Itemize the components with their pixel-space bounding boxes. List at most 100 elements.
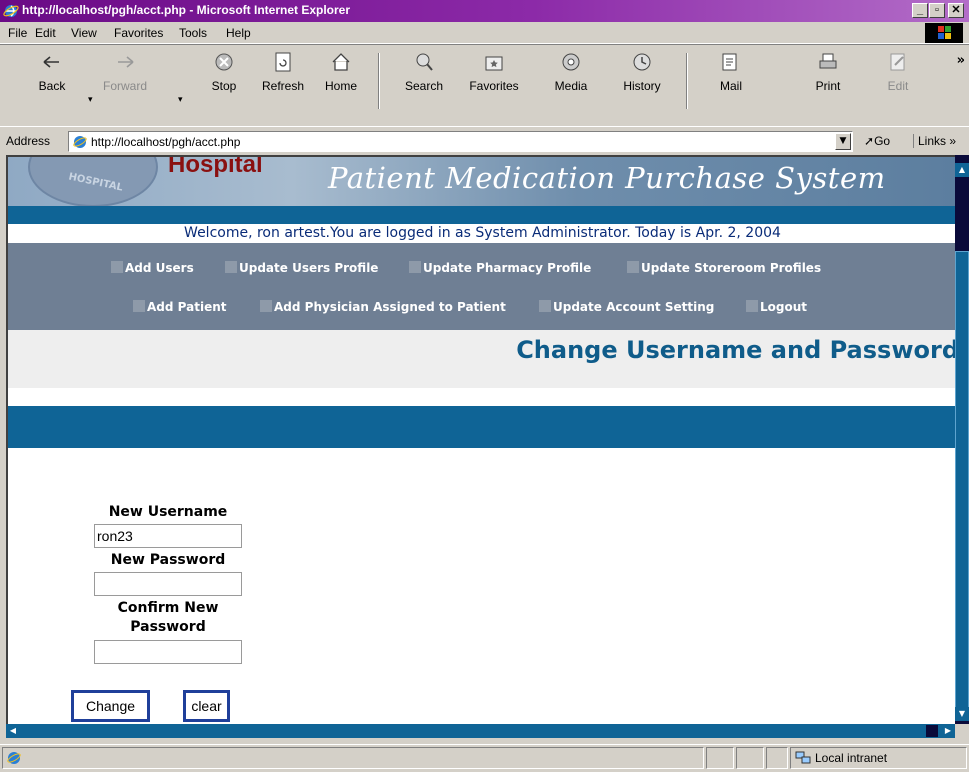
nav-update-account-setting[interactable]: Update Account Setting [539, 300, 714, 314]
mail-icon [722, 53, 737, 71]
scroll-down-icon[interactable]: ▼ [955, 707, 969, 721]
toolbar-separator [686, 53, 688, 109]
scroll-left-icon[interactable]: ◀ [6, 724, 20, 738]
menu-tools[interactable]: Tools [179, 26, 207, 40]
print-button[interactable]: Print [798, 49, 858, 123]
favorites-icon [485, 56, 503, 71]
scroll-up-icon[interactable]: ▲ [955, 163, 969, 177]
nav-add-users[interactable]: Add Users [111, 261, 194, 275]
search-icon [416, 53, 433, 71]
favorites-button[interactable]: Favorites [464, 49, 524, 123]
forward-arrow-icon [118, 56, 134, 68]
stop-icon [215, 53, 233, 71]
bullet-icon [260, 300, 272, 312]
page-icon [73, 136, 87, 148]
hospital-seal-logo: HOSPITAL [28, 157, 158, 207]
menu-file[interactable]: File [8, 26, 27, 40]
section-divider-bar [8, 406, 955, 448]
welcome-bar: Welcome, ron artest.You are logged in as… [8, 224, 955, 243]
bullet-icon [409, 261, 421, 273]
edit-label: Edit [887, 79, 909, 93]
history-button[interactable]: History [612, 49, 672, 123]
refresh-icon [275, 52, 291, 72]
refresh-button[interactable]: Refresh [253, 49, 313, 123]
horizontal-scroll-thumb[interactable] [926, 725, 938, 737]
menu-bar: File Edit View Favorites Tools Help [0, 22, 969, 44]
status-cell [736, 747, 764, 769]
bullet-icon [627, 261, 639, 273]
admin-nav: Add Users Update Users Profile Update Ph… [8, 243, 955, 330]
minimize-button[interactable]: _ [912, 3, 928, 18]
ie-logo-icon [3, 5, 19, 17]
title-bar: http://localhost/pgh/acct.php - Microsof… [0, 0, 969, 22]
nav-logout[interactable]: Logout [746, 300, 807, 314]
address-input[interactable]: http://localhost/pgh/acct.php ▼ [68, 131, 853, 152]
forward-dropdown-icon[interactable]: ▾ [178, 95, 183, 105]
page-status-icon [7, 752, 21, 764]
menu-help[interactable]: Help [226, 26, 251, 40]
nav-add-patient[interactable]: Add Patient [133, 300, 226, 314]
confirm-password-input[interactable] [94, 640, 242, 664]
printer-icon [819, 53, 837, 69]
address-dropdown-icon[interactable]: ▼ [835, 133, 851, 150]
nav-update-storeroom-profiles[interactable]: Update Storeroom Profiles [627, 261, 821, 275]
standard-toolbar: Back ▾ Forward ▾ Stop Refresh Home Searc… [0, 44, 969, 124]
refresh-label: Refresh [261, 79, 305, 93]
bullet-icon [133, 300, 145, 312]
browser-window: http://localhost/pgh/acct.php - Microsof… [0, 0, 969, 772]
page-heading-bar: Change Username and Password [8, 330, 955, 388]
back-dropdown-icon[interactable]: ▾ [88, 95, 93, 105]
clear-button[interactable]: clear [183, 690, 230, 722]
go-label: Go [874, 134, 891, 148]
window-title: http://localhost/pgh/acct.php - Microsof… [22, 3, 351, 17]
nav-update-pharmacy-profile[interactable]: Update Pharmacy Profile [409, 261, 591, 275]
back-label: Back [38, 79, 66, 93]
toolbar-separator [378, 53, 380, 109]
nav-update-users-profile[interactable]: Update Users Profile [225, 261, 378, 275]
scroll-right-icon[interactable]: ▶ [941, 724, 955, 738]
address-url: http://localhost/pgh/acct.php [91, 135, 241, 149]
back-button[interactable]: Back [22, 49, 82, 123]
search-button[interactable]: Search [394, 49, 454, 123]
page-content: HOSPITAL Hospital Patient Medication Pur… [6, 155, 955, 728]
favorites-label: Favorites [469, 79, 519, 93]
page-heading: Change Username and Password [516, 336, 955, 364]
maximize-button[interactable]: ▫ [929, 3, 945, 18]
go-button[interactable]: ➚Go [864, 134, 890, 148]
history-label: History [623, 79, 661, 93]
confirm-password-label-line1: Confirm New [117, 600, 219, 616]
scroll-corner [955, 724, 969, 738]
toolbar-chevron[interactable]: » [957, 53, 965, 68]
vertical-scrollbar[interactable]: ▲ ▼ [955, 155, 969, 728]
edit-page-icon [890, 53, 905, 71]
home-button[interactable]: Home [311, 49, 371, 123]
status-cell [766, 747, 788, 769]
mail-button[interactable]: Mail [701, 49, 761, 123]
vertical-scroll-thumb[interactable] [955, 251, 969, 711]
status-bar: Local intranet [0, 744, 969, 772]
forward-button[interactable]: Forward [95, 49, 155, 123]
edit-button[interactable]: Edit [868, 49, 928, 123]
new-password-input[interactable] [94, 572, 242, 596]
stop-button[interactable]: Stop [194, 49, 254, 123]
menu-favorites[interactable]: Favorites [114, 26, 163, 40]
change-button[interactable]: Change [71, 690, 150, 722]
media-button[interactable]: Media [541, 49, 601, 123]
links-button[interactable]: Links » [913, 134, 956, 148]
menu-edit[interactable]: Edit [35, 26, 56, 40]
bullet-icon [111, 261, 123, 273]
forward-label: Forward [102, 79, 147, 93]
new-username-input[interactable]: ron23 [94, 524, 242, 548]
intranet-zone-icon [795, 751, 811, 764]
horizontal-scrollbar[interactable]: ◀ ▶ [6, 724, 955, 738]
home-label: Home [324, 79, 357, 93]
close-button[interactable]: ✕ [948, 3, 964, 18]
search-label: Search [404, 79, 444, 93]
stop-label: Stop [211, 79, 237, 93]
hospital-logo-text: Hospital [168, 155, 263, 178]
status-text-cell [2, 747, 704, 769]
nav-add-physician[interactable]: Add Physician Assigned to Patient [260, 300, 506, 314]
menu-view[interactable]: View [71, 26, 97, 40]
print-label: Print [815, 79, 841, 93]
system-title: Patient Medication Purchase System [328, 161, 886, 195]
